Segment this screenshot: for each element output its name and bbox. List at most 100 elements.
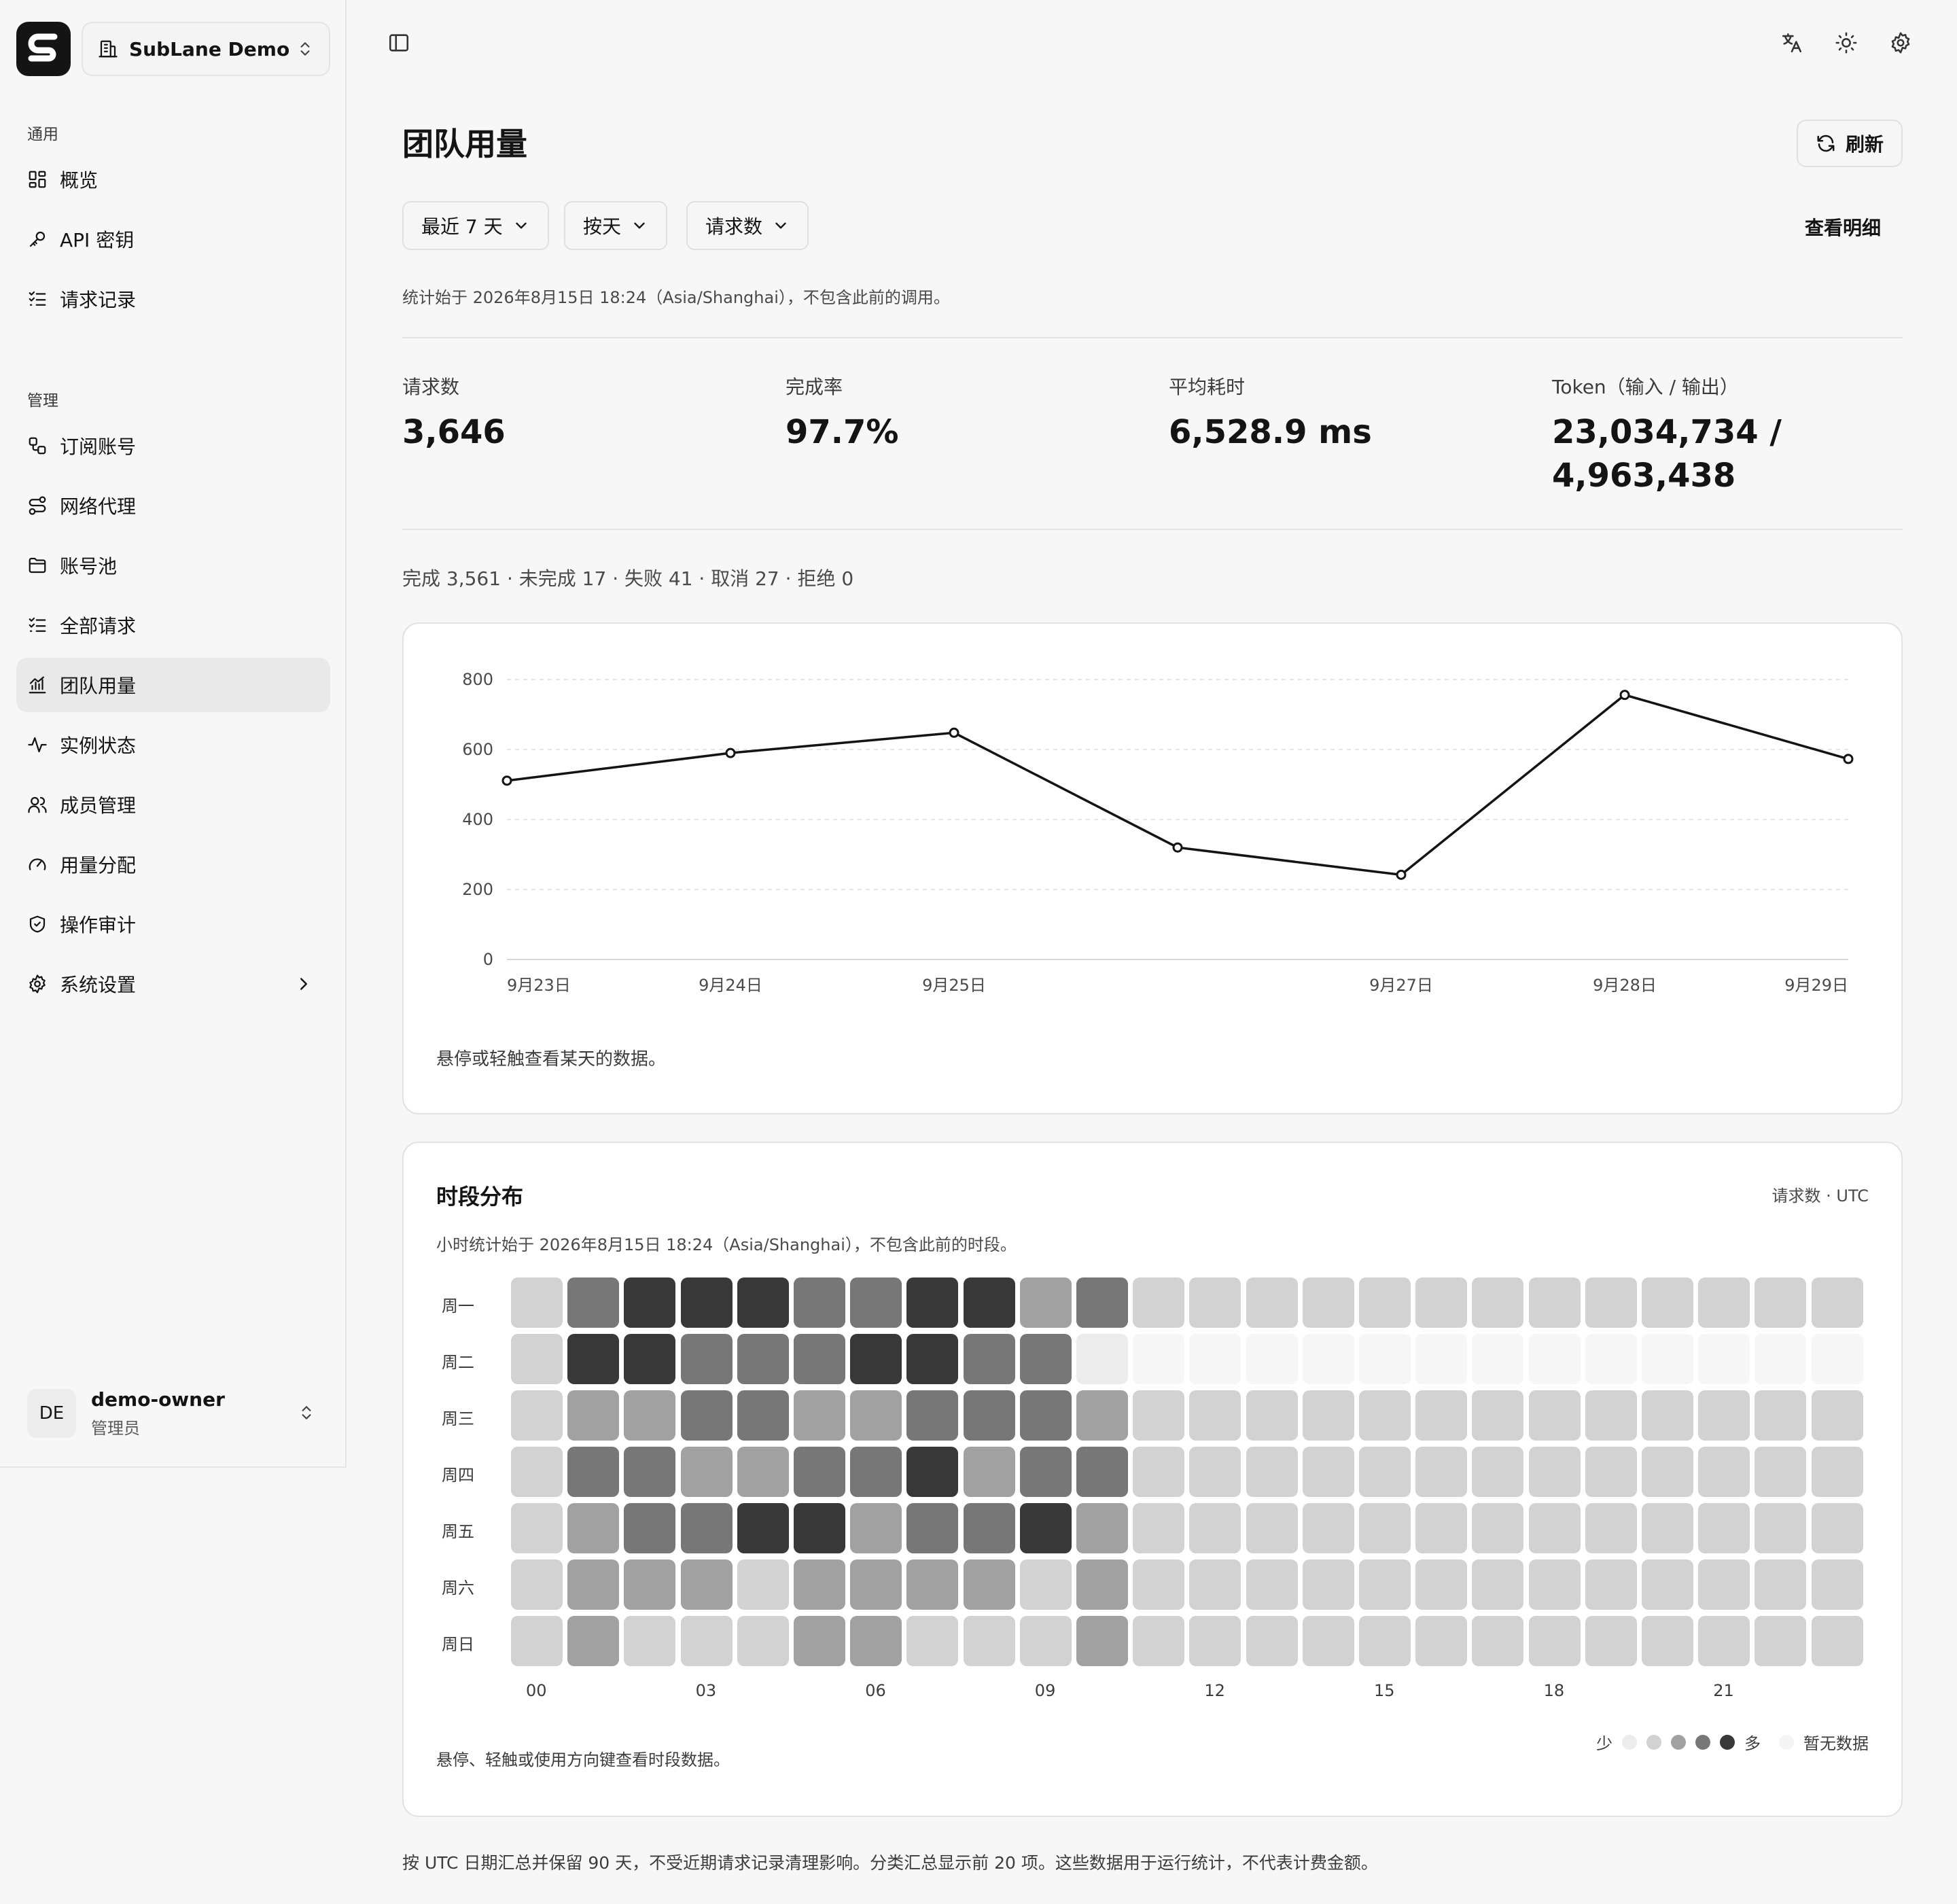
heatmap-cell[interactable] (1415, 1559, 1468, 1610)
heatmap-cell[interactable] (1585, 1616, 1637, 1666)
heatmap-cell[interactable] (1359, 1447, 1411, 1497)
heatmap-cell[interactable] (624, 1390, 676, 1441)
heatmap-cell[interactable] (1585, 1447, 1637, 1497)
heatmap-cell[interactable] (1246, 1616, 1298, 1666)
heatmap-cell[interactable] (624, 1277, 676, 1328)
heatmap-cell[interactable] (680, 1277, 733, 1328)
heatmap-cell[interactable] (1755, 1447, 1807, 1497)
heatmap-cell[interactable] (1811, 1616, 1863, 1666)
heatmap-cell[interactable] (1302, 1503, 1354, 1553)
heatmap-cell[interactable] (1019, 1334, 1072, 1384)
heatmap-cell[interactable] (567, 1447, 620, 1497)
heatmap-cell[interactable] (1415, 1503, 1468, 1553)
heatmap-cell[interactable] (1642, 1559, 1693, 1610)
heatmap-cell[interactable] (624, 1503, 676, 1553)
heatmap-cell[interactable] (1415, 1616, 1468, 1666)
heatmap-cell[interactable] (680, 1390, 733, 1441)
heatmap-cell[interactable] (1755, 1334, 1807, 1384)
app-logo[interactable] (16, 22, 71, 76)
heatmap-cell[interactable] (963, 1503, 1015, 1553)
heatmap-cell[interactable] (1585, 1277, 1637, 1328)
heatmap-cell[interactable] (624, 1447, 676, 1497)
heatmap-cell[interactable] (511, 1277, 563, 1328)
heatmap-cell[interactable] (1246, 1503, 1298, 1553)
heatmap-cell[interactable] (1076, 1616, 1128, 1666)
heatmap-cell[interactable] (1246, 1559, 1298, 1610)
heatmap-cell[interactable] (1359, 1559, 1411, 1610)
heatmap-cell[interactable] (1698, 1447, 1750, 1497)
sidebar-item-subscriptions[interactable]: 订阅账号 (16, 419, 330, 473)
org-switcher[interactable]: SubLane Demo (82, 22, 330, 76)
sidebar-toggle-icon[interactable] (387, 31, 410, 54)
heatmap-cell[interactable] (1472, 1390, 1524, 1441)
heatmap-cell[interactable] (1642, 1447, 1693, 1497)
heatmap-cell[interactable] (511, 1616, 563, 1666)
heatmap-cell[interactable] (1415, 1390, 1468, 1441)
heatmap-cell[interactable] (1755, 1503, 1807, 1553)
heatmap-cell[interactable] (737, 1390, 789, 1441)
heatmap-cell[interactable] (680, 1503, 733, 1553)
refresh-button[interactable]: 刷新 (1797, 120, 1903, 167)
metric-select[interactable]: 请求数 (686, 201, 809, 250)
heatmap-cell[interactable] (794, 1277, 845, 1328)
heatmap-cell[interactable] (737, 1447, 789, 1497)
heatmap-cell[interactable] (850, 1334, 902, 1384)
heatmap-cell[interactable] (1642, 1334, 1693, 1384)
heatmap-cell[interactable] (963, 1334, 1015, 1384)
heatmap-cell[interactable] (1755, 1559, 1807, 1610)
heatmap-cell[interactable] (1642, 1277, 1693, 1328)
heatmap-cell[interactable] (794, 1616, 845, 1666)
heatmap-cell[interactable] (737, 1277, 789, 1328)
heatmap-cell[interactable] (1359, 1277, 1411, 1328)
heatmap-cell[interactable] (1359, 1334, 1411, 1384)
heatmap-cell[interactable] (1302, 1616, 1354, 1666)
heatmap-cell[interactable] (1642, 1616, 1693, 1666)
heatmap-cell[interactable] (567, 1616, 620, 1666)
heatmap-cell[interactable] (1076, 1390, 1128, 1441)
heatmap-cell[interactable] (1246, 1447, 1298, 1497)
heatmap-cell[interactable] (1076, 1277, 1128, 1328)
heatmap-cell[interactable] (850, 1277, 902, 1328)
heatmap-cell[interactable] (906, 1277, 959, 1328)
heatmap-cell[interactable] (567, 1334, 620, 1384)
heatmap-cell[interactable] (1246, 1390, 1298, 1441)
heatmap-cell[interactable] (1472, 1616, 1524, 1666)
sidebar-item-api-keys[interactable]: API 密钥 (16, 212, 330, 266)
heatmap-cell[interactable] (906, 1447, 959, 1497)
heatmap-cell[interactable] (1189, 1503, 1241, 1553)
heatmap-cell[interactable] (1698, 1334, 1750, 1384)
heatmap-cell[interactable] (1076, 1559, 1128, 1610)
heatmap-cell[interactable] (963, 1616, 1015, 1666)
heatmap-cell[interactable] (624, 1334, 676, 1384)
group-select[interactable]: 按天 (564, 201, 668, 250)
heatmap-cell[interactable] (1811, 1559, 1863, 1610)
heatmap-cell[interactable] (1019, 1390, 1072, 1441)
heatmap-cell[interactable] (1133, 1334, 1185, 1384)
heatmap-cell[interactable] (737, 1334, 789, 1384)
heatmap-cell[interactable] (624, 1616, 676, 1666)
heatmap-cell[interactable] (1302, 1390, 1354, 1441)
heatmap-cell[interactable] (1472, 1559, 1524, 1610)
heatmap-cell[interactable] (906, 1390, 959, 1441)
heatmap-cell[interactable] (680, 1334, 733, 1384)
language-icon[interactable] (1780, 31, 1803, 54)
sidebar-item-audit[interactable]: 操作审计 (16, 897, 330, 951)
heatmap-cell[interactable] (511, 1559, 563, 1610)
sidebar-item-request-logs[interactable]: 请求记录 (16, 272, 330, 326)
user-menu[interactable]: DE demo-owner 管理员 (16, 1379, 330, 1447)
heatmap-cell[interactable] (1019, 1559, 1072, 1610)
heatmap-cell[interactable] (1642, 1390, 1693, 1441)
heatmap-cell[interactable] (850, 1559, 902, 1610)
heatmap-cell[interactable] (1019, 1616, 1072, 1666)
heatmap-cell[interactable] (794, 1503, 845, 1553)
heatmap-cell[interactable] (1528, 1559, 1581, 1610)
heatmap-cell[interactable] (1528, 1390, 1581, 1441)
heatmap-cell[interactable] (680, 1447, 733, 1497)
heatmap-cell[interactable] (850, 1390, 902, 1441)
heatmap-cell[interactable] (1019, 1447, 1072, 1497)
heatmap-cell[interactable] (1189, 1559, 1241, 1610)
heatmap-cell[interactable] (680, 1616, 733, 1666)
heatmap-cell[interactable] (1528, 1277, 1581, 1328)
sidebar-item-all-requests[interactable]: 全部请求 (16, 598, 330, 652)
heatmap-cell[interactable] (1755, 1277, 1807, 1328)
